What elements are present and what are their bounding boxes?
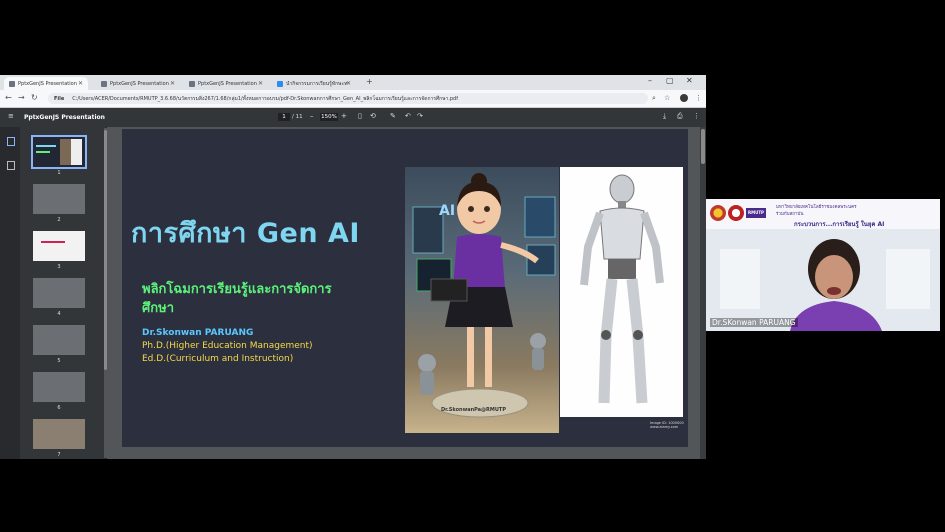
menu-icon[interactable]: ⋮ bbox=[695, 94, 702, 102]
address-input[interactable]: File C:/Users/ACER/Documents/RMUTP_3.6.6… bbox=[48, 93, 648, 104]
slide-author: Dr.Skonwan PARUANG bbox=[142, 328, 254, 338]
page-total: / 11 bbox=[292, 114, 303, 120]
pdf-icon bbox=[189, 80, 195, 87]
rmutp-logo: RMUTP bbox=[746, 208, 766, 218]
undo-icon[interactable]: ↶ bbox=[405, 112, 411, 120]
thumb-image-a bbox=[60, 139, 71, 165]
thumbnail-number: 3 bbox=[57, 264, 61, 270]
thumbnail-number: 5 bbox=[57, 358, 61, 364]
tab-2[interactable]: PptxGenJS Presentation ✕ bbox=[96, 77, 180, 90]
close-window-icon[interactable]: ✕ bbox=[686, 76, 693, 85]
slide-subtitle: พลิกโฉมการเรียนรู้และการจัดการศึกษา bbox=[142, 282, 332, 316]
close-icon[interactable]: ✕ bbox=[78, 80, 83, 87]
download-icon[interactable]: ⤓ bbox=[663, 112, 666, 121]
slide-degree-phd: Ph.D.(Higher Education Management) bbox=[142, 341, 313, 351]
cartoon-teacher-image: AI Dr.SkonwanPa@RMUTP bbox=[405, 167, 559, 433]
tab-bar: PptxGenJS Presentation ✕ PptxGenJS Prese… bbox=[0, 75, 706, 90]
tab-4[interactable]: นำกิจกรรมการเรียนรู้ทักษะทาง ✕ bbox=[272, 77, 356, 90]
zoom-icon[interactable]: ⌕ bbox=[652, 94, 656, 103]
cartoon-teacher-illustration bbox=[412, 173, 556, 418]
banner-line-3: กระบวนการ...การเรียนรู้ ในยุค AI bbox=[794, 221, 885, 228]
new-tab-icon[interactable]: + bbox=[366, 77, 373, 86]
participant-name: Dr.SKonwan PARUANG bbox=[710, 318, 798, 327]
webcam-feed: RMUTP มหาวิทยาลัยเทคโนโลยีราชมงคลพระนคร … bbox=[706, 199, 940, 331]
university-seal-icon bbox=[710, 205, 726, 221]
thumbnail-number: 1 bbox=[57, 170, 61, 176]
image-label: Dr.SkonwanPa@RMUTP bbox=[441, 407, 507, 413]
thumbnail-page-5[interactable] bbox=[33, 325, 85, 355]
back-icon[interactable]: ← bbox=[5, 93, 12, 102]
thumbnail-page-4[interactable] bbox=[33, 278, 85, 308]
emblem-icon bbox=[728, 205, 744, 221]
more-options-icon[interactable]: ⋮ bbox=[693, 112, 700, 120]
zoom-out-icon[interactable]: – bbox=[310, 112, 314, 120]
pdf-title: PptxGenJS Presentation bbox=[24, 114, 105, 121]
globe-icon bbox=[277, 80, 283, 87]
pdf-icon bbox=[9, 80, 15, 87]
zoom-in-icon[interactable]: + bbox=[341, 112, 347, 120]
pdf-side-nav bbox=[0, 127, 20, 459]
slide-degree-edd: Ed.D.(Curriculum and Instruction) bbox=[142, 354, 294, 364]
hamburger-menu-icon[interactable]: ≡ bbox=[8, 112, 14, 120]
thumbnails-icon[interactable] bbox=[7, 137, 15, 146]
maximize-icon[interactable]: ▢ bbox=[666, 76, 674, 85]
thumb-subtitle-line bbox=[36, 151, 50, 153]
thumbnail-page-1[interactable] bbox=[31, 135, 87, 169]
tab-1[interactable]: PptxGenJS Presentation ✕ bbox=[4, 77, 88, 90]
thumbnail-page-3[interactable] bbox=[33, 231, 85, 261]
thumbnail-number: 6 bbox=[57, 405, 61, 411]
thumbnail-page-6[interactable] bbox=[33, 372, 85, 402]
pdf-icon bbox=[101, 80, 107, 87]
bookmark-star-icon[interactable]: ☆ bbox=[664, 94, 670, 102]
banner-line-1: มหาวิทยาลัยเทคโนโลยีราชมงคลพระนคร bbox=[776, 205, 857, 210]
close-icon[interactable]: ✕ bbox=[258, 80, 263, 87]
close-icon[interactable]: ✕ bbox=[346, 80, 351, 87]
close-icon[interactable]: ✕ bbox=[170, 80, 175, 87]
zoom-input[interactable]: 150% bbox=[320, 113, 338, 121]
room-background bbox=[706, 229, 940, 331]
thumbnail-panel: 1 2 3 4 5 6 7 bbox=[20, 127, 105, 459]
minimize-icon[interactable]: – bbox=[648, 76, 652, 85]
webcam-banner: RMUTP มหาวิทยาลัยเทคโนโลยีราชมงคลพระนคร … bbox=[706, 199, 940, 229]
thumbnail-number: 2 bbox=[57, 217, 61, 223]
address-bar-row: ← → ↻ File C:/Users/ACER/Documents/RMUTP… bbox=[0, 90, 706, 108]
thumbnail-page-2[interactable] bbox=[33, 184, 85, 214]
scrollbar-thumb[interactable] bbox=[701, 129, 705, 164]
thumb-title-line bbox=[36, 145, 56, 147]
slide-title: การศึกษา Gen AI bbox=[131, 218, 360, 249]
redo-icon[interactable]: ↷ bbox=[417, 112, 423, 120]
image-caption: Image ID: 1000000 www.alamy.com bbox=[650, 421, 684, 429]
screen-ai-text: AI bbox=[439, 203, 456, 219]
robot-image bbox=[560, 167, 683, 417]
robot-illustration bbox=[580, 174, 664, 404]
thumbnail-number: 7 bbox=[57, 452, 61, 458]
forward-icon[interactable]: → bbox=[18, 93, 25, 102]
thumbnail-page-7[interactable] bbox=[33, 419, 85, 449]
page-number-input[interactable]: 1 bbox=[278, 113, 290, 121]
print-icon[interactable]: ⎙ bbox=[677, 112, 683, 121]
fit-page-icon[interactable]: ▯ bbox=[358, 112, 362, 120]
banner-line-2: ร่วมกับสถาบัน bbox=[776, 212, 804, 217]
slide-page: การศึกษา Gen AI พลิกโฉมการเรียนรู้และการ… bbox=[122, 129, 688, 447]
pdf-toolbar: ≡ PptxGenJS Presentation 1 / 11 – 150% +… bbox=[0, 108, 706, 127]
thumbnail-number: 4 bbox=[57, 311, 61, 317]
rotate-icon[interactable]: ⟲ bbox=[370, 112, 376, 120]
outline-icon[interactable] bbox=[7, 161, 15, 170]
annotate-icon[interactable]: ✎ bbox=[390, 112, 396, 120]
thumb-image-b bbox=[71, 139, 82, 165]
tab-3[interactable]: PptxGenJS Presentation ✕ bbox=[184, 77, 268, 90]
reload-icon[interactable]: ↻ bbox=[31, 93, 38, 102]
avatar[interactable] bbox=[680, 94, 688, 102]
thumb-line bbox=[41, 241, 65, 243]
